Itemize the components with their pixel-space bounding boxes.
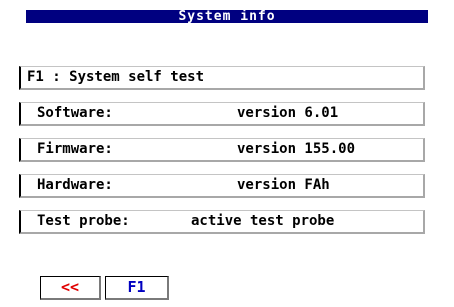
software-label: Software:: [37, 105, 113, 121]
test-probe-label: Test probe:: [37, 213, 130, 229]
firmware-value: version 155.00: [237, 141, 356, 157]
test-probe-row: Test probe: active test probe: [19, 210, 425, 234]
system-self-test-label: F1 : System self test: [27, 69, 205, 85]
hardware-label: Hardware:: [37, 177, 113, 193]
f1-button[interactable]: F1: [105, 276, 169, 300]
system-self-test-item[interactable]: F1 : System self test: [19, 66, 425, 90]
window-title: System info: [26, 10, 428, 23]
software-version-row: Software: version 6.01: [19, 102, 425, 126]
firmware-version-row: Firmware: version 155.00: [19, 138, 425, 162]
firmware-label: Firmware:: [37, 141, 113, 157]
hardware-value: version FAh: [237, 177, 330, 193]
software-value: version 6.01: [237, 105, 339, 121]
test-probe-value: active test probe: [191, 213, 335, 229]
hardware-version-row: Hardware: version FAh: [19, 174, 425, 198]
back-button[interactable]: <<: [40, 276, 101, 300]
